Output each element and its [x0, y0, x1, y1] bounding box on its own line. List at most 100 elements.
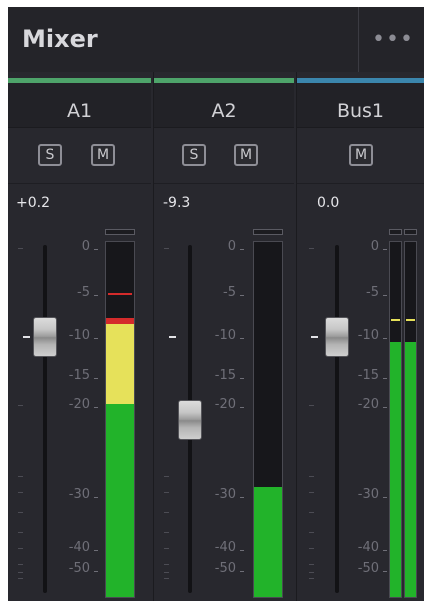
scale-dash [240, 249, 244, 250]
unity-mark [169, 336, 176, 338]
clip-indicator-left [389, 229, 402, 235]
solo-button[interactable]: S [38, 144, 62, 166]
fader-tick [309, 578, 314, 579]
fader-tick [18, 492, 23, 493]
scale-dash [383, 550, 387, 551]
fader-tick [18, 532, 23, 533]
fader-tick [18, 564, 23, 565]
channel-name: A1 [66, 100, 93, 122]
fader-tick [18, 578, 23, 579]
scale-label: -50 [214, 561, 236, 576]
scale-dash [240, 497, 244, 498]
fader-tick [309, 532, 314, 533]
scale-dash [383, 497, 387, 498]
clip-indicator-right [404, 229, 417, 235]
header-divider [358, 7, 359, 72]
scale-label: -10 [68, 328, 90, 343]
fader-tick [309, 492, 314, 493]
scale-dash [94, 378, 98, 379]
peak-hold-marker [406, 319, 415, 321]
meter-green-segment [106, 404, 134, 597]
unity-mark [23, 336, 30, 338]
fader-tick [309, 572, 314, 573]
scale-label: -10 [214, 328, 236, 343]
peak-hold-marker [108, 293, 132, 295]
level-meter-right [404, 241, 417, 598]
scale-label: -40 [68, 540, 90, 555]
fader-tick [309, 248, 314, 249]
scale-dash [240, 338, 244, 339]
mixer-panel: Mixer ••• A1 S M +0.2 0 -5 -10 -15 -20 -… [8, 7, 424, 601]
scale-label: -5 [366, 285, 379, 300]
level-meter-left [389, 241, 402, 598]
volume-fader[interactable] [325, 317, 349, 357]
scale-dash [94, 497, 98, 498]
scale-label: -5 [223, 285, 236, 300]
scale-dash [383, 295, 387, 296]
channel-name: Bus1 [336, 100, 385, 122]
volume-fader[interactable] [178, 400, 202, 440]
scale-label: 0 [370, 239, 379, 254]
fader-tick [164, 532, 169, 533]
solo-button[interactable]: S [182, 144, 206, 166]
scale-dash [240, 295, 244, 296]
unity-mark [311, 336, 318, 338]
fader-tick [164, 476, 169, 477]
scale-label: -30 [214, 487, 236, 502]
divider [297, 183, 424, 184]
fader-tick [164, 578, 169, 579]
fader-track [43, 245, 47, 593]
scale-label: -30 [357, 487, 379, 502]
peak-hold-marker [391, 319, 400, 321]
scale-dash [240, 407, 244, 408]
scale-dash [240, 550, 244, 551]
mixer-header: Mixer ••• [8, 7, 424, 72]
scale-dash [383, 571, 387, 572]
scale-label: -15 [357, 368, 379, 383]
fader-tick [309, 548, 314, 549]
scale-label: -5 [77, 285, 90, 300]
meter-yellow-segment [106, 324, 134, 404]
scale-dash [94, 338, 98, 339]
fader-tick [164, 564, 169, 565]
scale-dash [94, 407, 98, 408]
scale-label: 0 [227, 239, 236, 254]
meter-green-segment [405, 342, 416, 597]
channel-strip-a1: A1 S M +0.2 0 -5 -10 -15 -20 -30 -40 -50 [8, 72, 151, 601]
fader-track [335, 245, 339, 593]
mute-button[interactable]: M [91, 144, 115, 166]
level-meter [105, 241, 135, 598]
scale-label: -40 [214, 540, 236, 555]
channel-strip-bus1: Bus1 M 0.0 0 -5 -10 -15 -20 -30 -40 -50 [296, 72, 424, 601]
scale-label: -20 [68, 397, 90, 412]
level-readout: 0.0 [317, 195, 340, 211]
more-options-icon[interactable]: ••• [372, 27, 414, 52]
fader-tick [164, 248, 169, 249]
scale-label: -15 [214, 368, 236, 383]
fader-tick [164, 548, 169, 549]
scale-label: -30 [68, 487, 90, 502]
scale-label: -40 [357, 540, 379, 555]
scale-dash [383, 407, 387, 408]
level-meter [253, 241, 283, 598]
fader-tick [309, 564, 314, 565]
meter-green-segment [390, 342, 401, 597]
mute-button[interactable]: M [234, 144, 258, 166]
scale-label: -50 [68, 561, 90, 576]
clip-indicator [105, 229, 135, 235]
divider [8, 183, 151, 184]
scale-label: -20 [357, 397, 379, 412]
scale-label: -10 [357, 328, 379, 343]
scale-dash [94, 249, 98, 250]
level-readout: +0.2 [16, 195, 50, 211]
fader-tick [309, 476, 314, 477]
volume-fader[interactable] [33, 317, 57, 357]
scale-dash [240, 571, 244, 572]
fader-tick [309, 405, 314, 406]
fader-tick [18, 548, 23, 549]
mute-button[interactable]: M [349, 144, 373, 166]
fader-tick [164, 572, 169, 573]
scale-dash [94, 571, 98, 572]
channel-name: A2 [211, 100, 237, 122]
meter-green-segment [254, 487, 282, 597]
